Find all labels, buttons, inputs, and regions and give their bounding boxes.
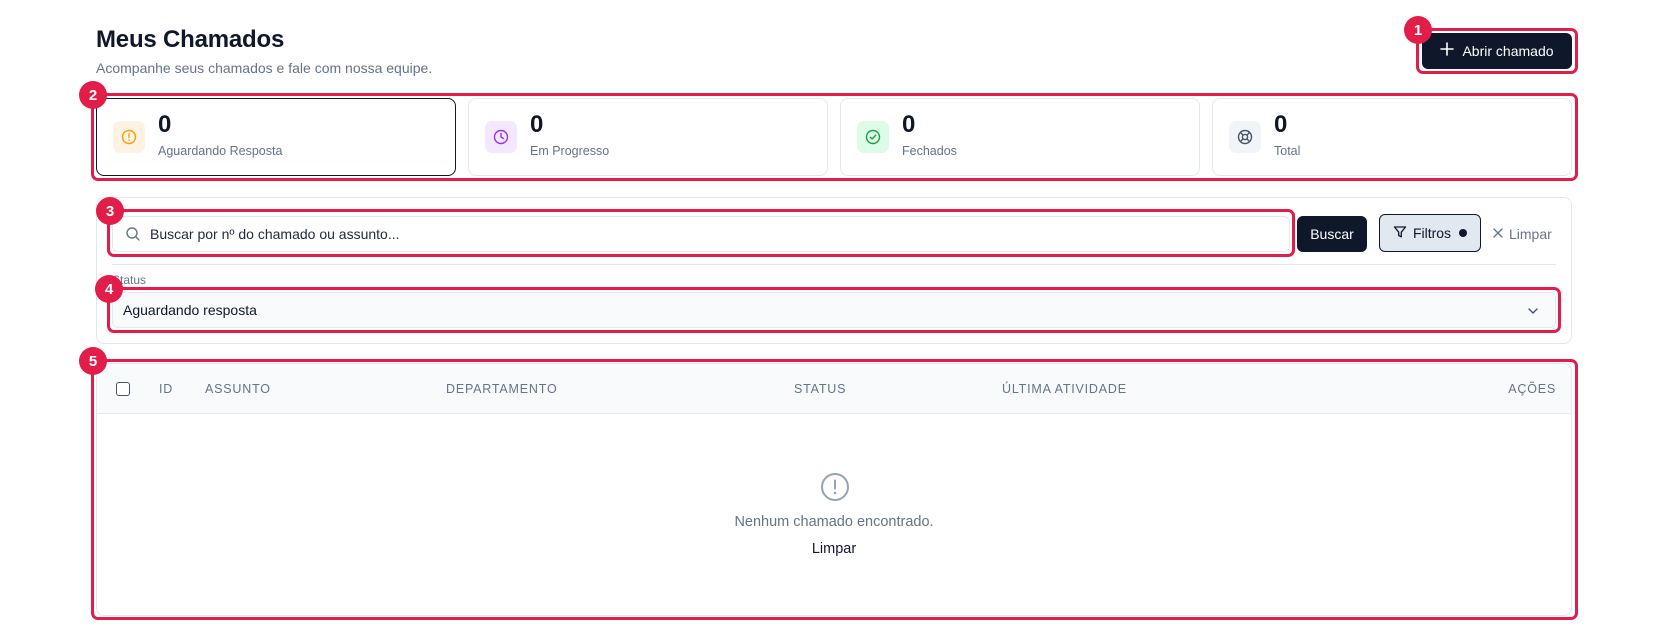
stat-value: 0 [902, 111, 916, 138]
page: Meus Chamados Acompanhe seus chamados e … [0, 0, 1664, 639]
empty-state-clear-button[interactable]: Limpar [812, 541, 856, 557]
empty-state-message: Nenhum chamado encontrado. [734, 514, 934, 530]
search-icon [125, 226, 141, 242]
stat-label: Em Progresso [530, 144, 610, 158]
stat-label: Aguardando Resposta [158, 144, 283, 158]
stat-card-total[interactable]: 0 Total [1212, 98, 1572, 176]
search-field[interactable] [112, 216, 1290, 252]
clear-filters-button[interactable]: Limpar [1492, 216, 1552, 252]
column-header-status[interactable]: STATUS [794, 382, 846, 396]
life-buoy-icon [1229, 121, 1261, 153]
stat-card-in-progress[interactable]: 0 Em Progresso [468, 98, 828, 176]
stat-label: Total [1274, 144, 1301, 158]
column-header-actions: AÇÕES [1508, 382, 1556, 396]
open-ticket-button[interactable]: Abrir chamado [1422, 33, 1572, 69]
status-select-value: Aguardando resposta [123, 302, 257, 318]
stat-value: 0 [158, 111, 172, 138]
empty-state-alert-icon [820, 472, 850, 502]
column-header-id[interactable]: ID [159, 382, 173, 396]
filter-icon [1393, 225, 1407, 242]
column-header-subject[interactable]: ASSUNTO [205, 382, 271, 396]
stat-card-closed[interactable]: 0 Fechados [840, 98, 1200, 176]
stat-value: 0 [1274, 111, 1288, 138]
column-header-last-activity[interactable]: ÚLTIMA ATIVIDADE [1002, 382, 1127, 396]
status-filter-label: Status [112, 273, 147, 287]
select-all-checkbox[interactable] [116, 382, 130, 396]
search-input[interactable] [150, 226, 1250, 242]
close-icon [1492, 226, 1504, 242]
page-title: Meus Chamados [96, 26, 285, 53]
plus-icon [1440, 41, 1455, 59]
status-select[interactable]: Aguardando resposta [112, 292, 1556, 328]
filters-button[interactable]: Filtros [1379, 214, 1481, 252]
stat-label: Fechados [902, 144, 957, 158]
tickets-table: ID ASSUNTO DEPARTAMENTO STATUS ÚLTIMA AT… [96, 363, 1572, 616]
empty-state-clear-row: Limpar [97, 541, 1571, 557]
search-button[interactable]: Buscar [1297, 216, 1367, 252]
stat-card-awaiting-response[interactable]: 0 Aguardando Resposta [96, 98, 456, 176]
alert-circle-icon [113, 121, 145, 153]
check-circle-icon [857, 121, 889, 153]
active-filter-indicator [1459, 229, 1468, 237]
page-subtitle: Acompanhe seus chamados e fale com nossa… [96, 60, 433, 76]
column-header-department[interactable]: DEPARTAMENTO [446, 382, 557, 396]
panel-divider [112, 264, 1556, 265]
chevron-down-icon [1525, 303, 1541, 319]
filters-button-label: Filtros [1412, 225, 1452, 241]
open-ticket-button-label: Abrir chamado [1462, 43, 1554, 59]
stat-value: 0 [530, 111, 544, 138]
clock-icon [485, 121, 517, 153]
clear-filters-label: Limpar [1509, 226, 1552, 242]
table-header: ID ASSUNTO DEPARTAMENTO STATUS ÚLTIMA AT… [97, 364, 1571, 414]
